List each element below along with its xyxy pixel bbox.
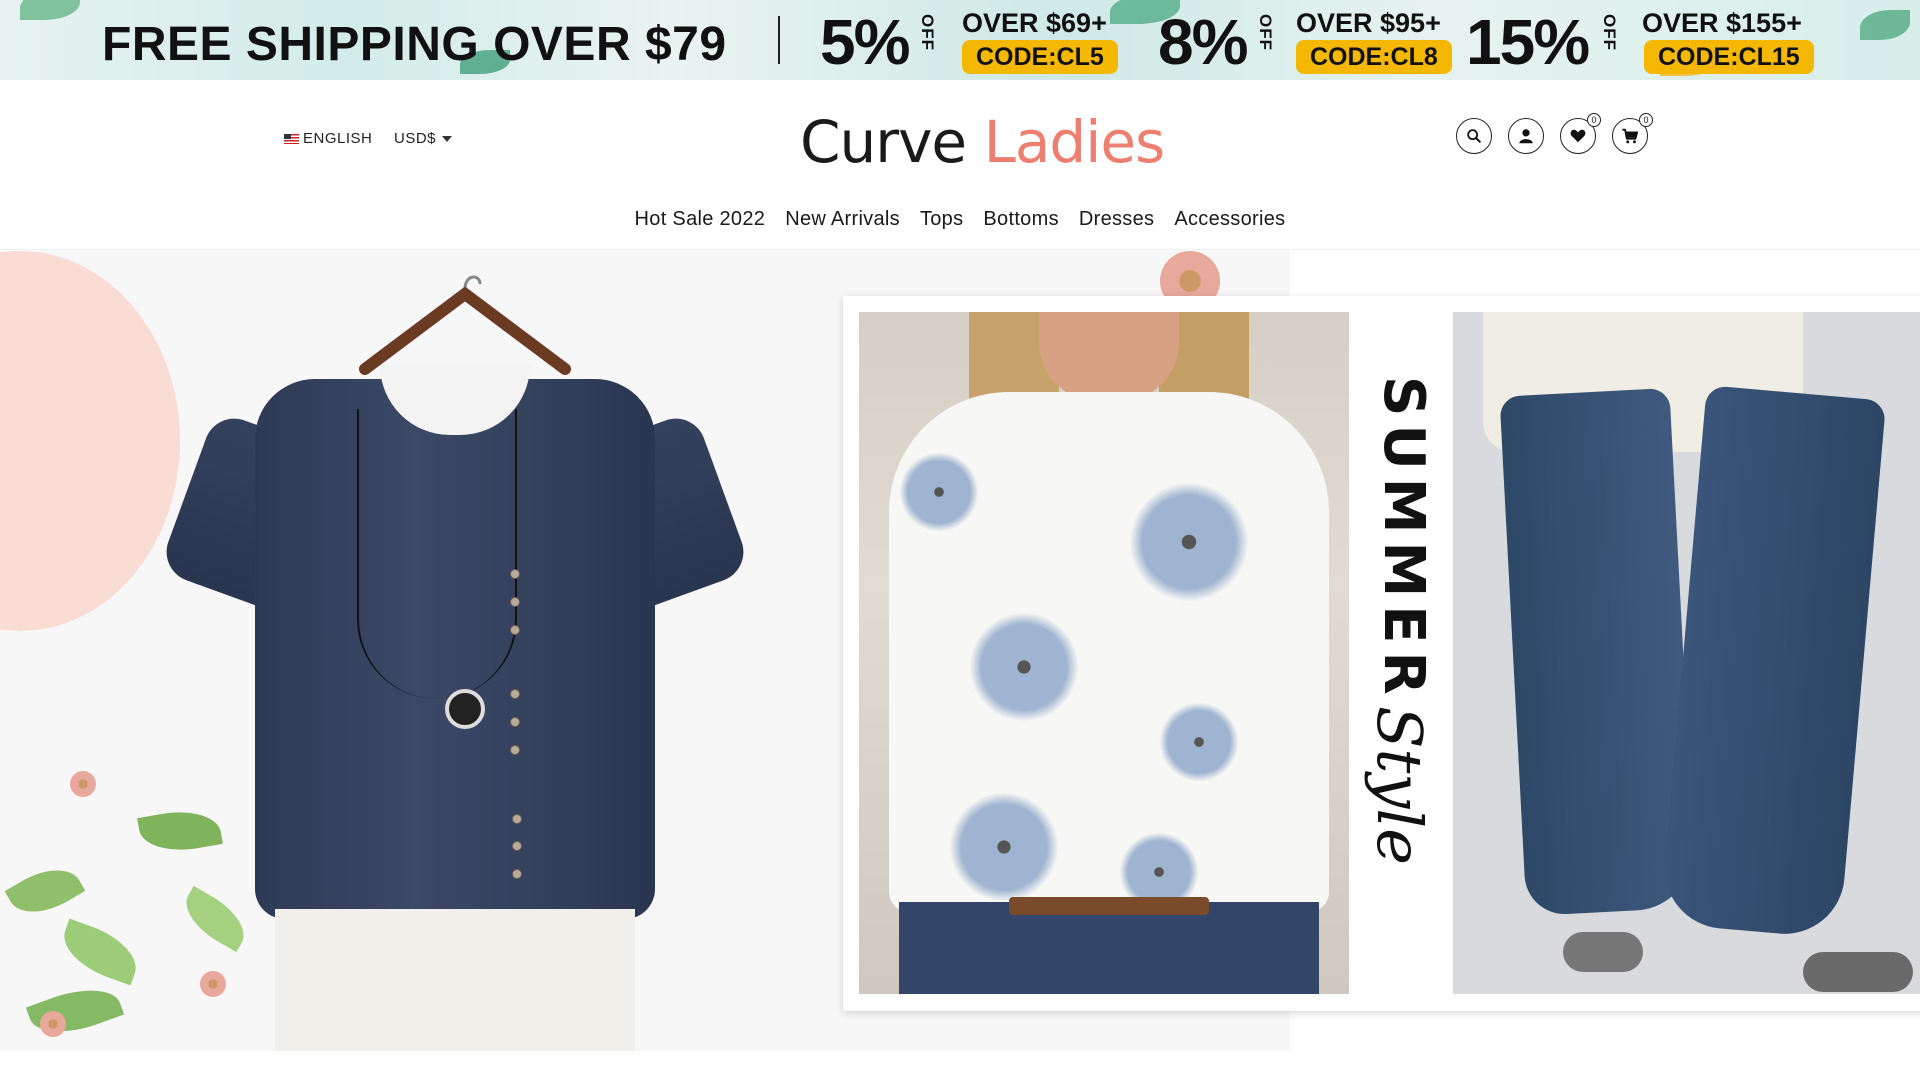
promo-banner[interactable]: FREE SHIPPING OVER $79 5% OFF OVER $69+ … — [0, 0, 1920, 80]
deal-percent: 5% — [820, 6, 910, 78]
shirt-button — [510, 745, 520, 755]
title-summer: SUMMER — [1371, 376, 1436, 703]
header-icons: 0 0 — [1456, 113, 1653, 154]
model-jeans — [899, 902, 1319, 994]
sandal — [1563, 932, 1643, 972]
cart-icon — [1622, 128, 1639, 144]
deal-5: 5% OFF OVER $69+ CODE:CL5 — [820, 6, 1120, 76]
chevron-down-icon — [442, 135, 453, 142]
main-nav: Hot Sale 2022 New Arrivals Tops Bottoms … — [0, 208, 1920, 231]
model-face — [1039, 312, 1179, 402]
nav-item-dresses[interactable]: Dresses — [1079, 208, 1154, 231]
user-icon — [1519, 129, 1533, 144]
decor-flower — [40, 1011, 66, 1037]
cart-count-badge: 0 — [1639, 113, 1653, 127]
white-pants — [275, 909, 635, 1051]
shirt-button — [512, 869, 522, 879]
shirt-button — [510, 569, 520, 579]
site-logo[interactable]: Curve Ladies — [800, 108, 1166, 176]
language-label: ENGLISH — [303, 130, 373, 147]
currency-selector[interactable]: USD$ — [394, 130, 453, 147]
promo-divider — [778, 16, 780, 64]
shirt-button — [512, 814, 522, 824]
shirt-button — [510, 689, 520, 699]
product-image-navy-top[interactable] — [158, 269, 752, 1051]
cart-button[interactable]: 0 — [1612, 113, 1653, 154]
summer-style-card[interactable]: SUMMER Style — [843, 296, 1920, 1011]
deal-threshold: OVER $69+ — [962, 8, 1107, 38]
deal-percent: 15% — [1466, 6, 1590, 78]
shirt-button — [510, 717, 520, 727]
nav-item-hot-sale[interactable]: Hot Sale 2022 — [635, 208, 766, 231]
blouse-flower-print — [949, 792, 1059, 902]
deal-code: CODE:CL8 — [1296, 40, 1452, 74]
sandal — [1803, 952, 1913, 992]
summer-style-title: SUMMER Style — [1363, 376, 1436, 936]
pants-leg — [1659, 385, 1887, 939]
us-flag-icon — [284, 133, 299, 144]
logo-text-curve: Curve — [800, 108, 967, 176]
deal-off-label: OFF — [918, 14, 937, 51]
deal-code: CODE:CL15 — [1644, 40, 1814, 74]
wishlist-button[interactable]: 0 — [1560, 113, 1601, 154]
deal-8: 8% OFF OVER $95+ CODE:CL8 — [1158, 6, 1458, 76]
blouse-flower-print — [1159, 702, 1239, 782]
product-image-navy-pants[interactable] — [1453, 312, 1920, 994]
decor-leaf — [4, 856, 86, 926]
search-icon — [1467, 129, 1481, 143]
currency-label: USD$ — [394, 130, 437, 147]
shirt-button — [512, 841, 522, 851]
shirt-button — [510, 597, 520, 607]
language-selector[interactable]: ENGLISH — [284, 130, 372, 147]
search-button[interactable] — [1456, 118, 1492, 154]
deal-threshold: OVER $155+ — [1642, 8, 1802, 38]
deal-code: CODE:CL5 — [962, 40, 1118, 74]
logo-text-ladies: Ladies — [983, 108, 1166, 176]
nav-item-new-arrivals[interactable]: New Arrivals — [785, 208, 900, 231]
account-button[interactable] — [1508, 118, 1544, 154]
deal-15: 15% OFF OVER $155+ CODE:CL15 — [1466, 6, 1916, 76]
hanger-icon — [359, 275, 571, 375]
heart-icon — [1570, 129, 1586, 143]
title-style: Style — [1363, 706, 1436, 865]
blouse-flower-print — [899, 452, 979, 532]
deal-threshold: OVER $95+ — [1296, 8, 1441, 38]
wishlist-count-badge: 0 — [1587, 113, 1601, 127]
necklace — [357, 409, 517, 699]
hero-banner[interactable]: SUMMER Style — [0, 251, 1920, 1051]
decor-leaf — [25, 976, 125, 1046]
decor-leaf — [55, 918, 145, 986]
nav-item-accessories[interactable]: Accessories — [1174, 208, 1285, 231]
decor-flower — [70, 771, 96, 797]
pendant — [445, 689, 485, 729]
site-header: ENGLISH USD$ Curve Ladies 0 0 Hot Sale 2… — [0, 80, 1920, 250]
nav-item-bottoms[interactable]: Bottoms — [983, 208, 1058, 231]
model-belt — [1009, 897, 1209, 915]
deal-off-label: OFF — [1600, 14, 1619, 51]
deal-off-label: OFF — [1256, 14, 1275, 51]
shirt-button — [510, 625, 520, 635]
nav-item-tops[interactable]: Tops — [920, 208, 963, 231]
blouse-flower-print — [969, 612, 1079, 722]
product-image-floral-blouse[interactable] — [859, 312, 1349, 994]
free-shipping-text: FREE SHIPPING OVER $79 — [102, 18, 727, 71]
blouse-flower-print — [1129, 482, 1249, 602]
deal-percent: 8% — [1158, 6, 1248, 78]
decor-circle — [0, 251, 180, 631]
